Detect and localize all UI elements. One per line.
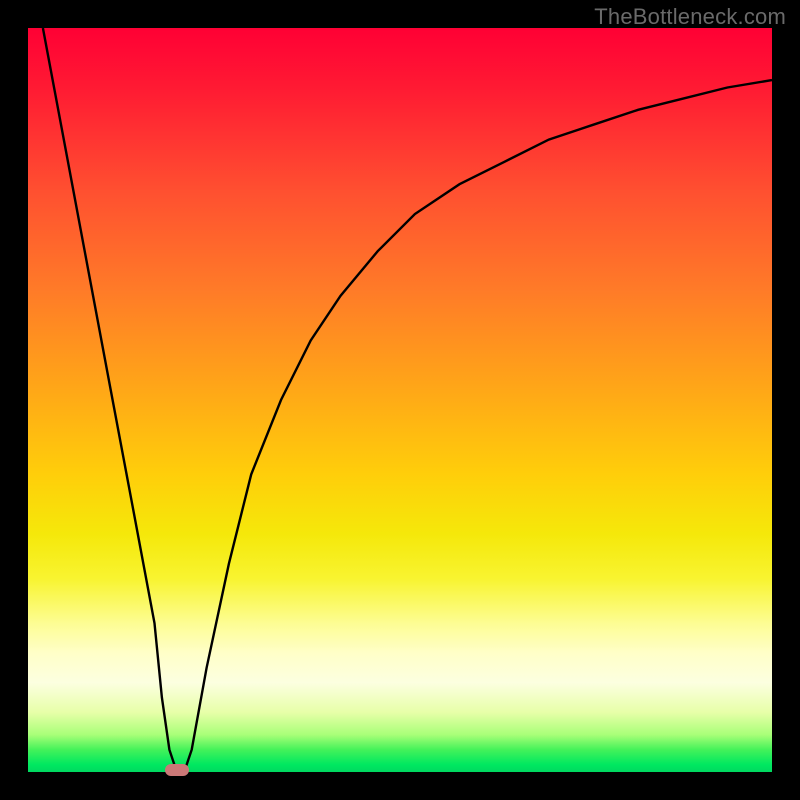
watermark-text: TheBottleneck.com (594, 4, 786, 30)
optimal-point-marker (165, 764, 189, 776)
chart-frame: TheBottleneck.com (0, 0, 800, 800)
bottleneck-curve (28, 28, 772, 772)
plot-area (28, 28, 772, 772)
curve-path (43, 28, 772, 772)
